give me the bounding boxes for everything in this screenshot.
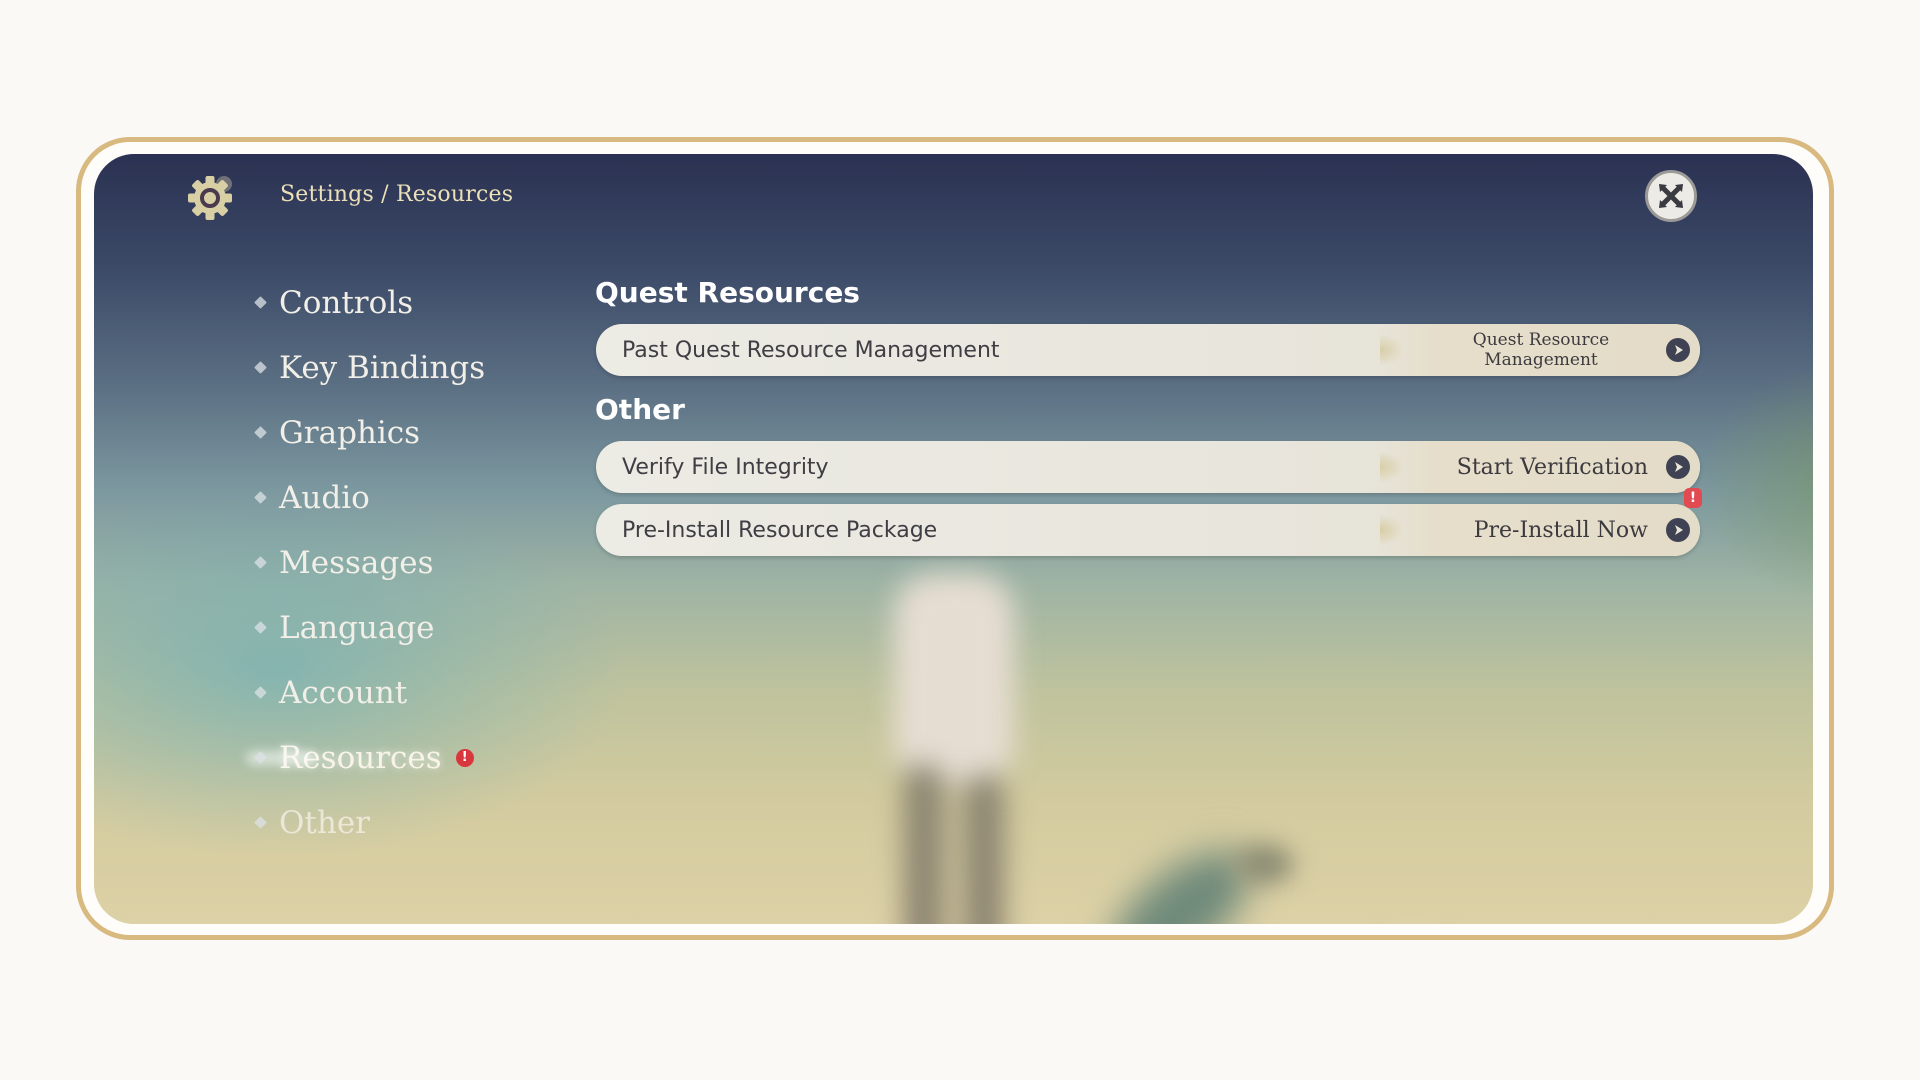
sidebar-item-graphics[interactable]: Graphics xyxy=(252,400,485,465)
sidebar-item-language[interactable]: Language xyxy=(252,595,485,660)
close-icon xyxy=(1659,184,1683,208)
sidebar-item-label: Other xyxy=(279,804,371,841)
arrow-right-icon xyxy=(1666,338,1690,362)
sidebar-item-account[interactable]: Account xyxy=(252,660,485,725)
action-label: Start Verification xyxy=(1456,454,1648,480)
section-heading-other: Other xyxy=(595,393,685,426)
gear-icon xyxy=(184,170,240,224)
diamond-bullet-icon xyxy=(254,361,267,374)
close-button[interactable] xyxy=(1645,170,1697,222)
breadcrumb-separator: / xyxy=(373,182,396,207)
sidebar-item-label: Account xyxy=(279,674,408,711)
sidebar-item-key-bindings[interactable]: Key Bindings xyxy=(252,335,485,400)
diamond-bullet-icon xyxy=(254,556,267,569)
alert-badge-icon: ! xyxy=(455,748,474,767)
sidebar-nav: Controls Key Bindings Graphics Audio Mes… xyxy=(252,270,485,855)
sidebar-item-label: Resources xyxy=(279,739,442,776)
start-verification-button[interactable]: Start Verification xyxy=(1380,441,1700,493)
sidebar-item-label: Language xyxy=(279,609,435,646)
diamond-bullet-icon xyxy=(254,816,267,829)
sidebar-item-label: Key Bindings xyxy=(279,349,486,386)
sidebar-item-controls[interactable]: Controls xyxy=(252,270,485,335)
sidebar-item-label: Audio xyxy=(279,479,370,516)
sidebar-item-label: Graphics xyxy=(279,414,421,451)
diamond-bullet-icon xyxy=(254,686,267,699)
action-label: Quest Resource Management xyxy=(1472,330,1610,370)
action-label: Pre-Install Now xyxy=(1473,517,1648,543)
sidebar-item-messages[interactable]: Messages xyxy=(252,530,485,595)
setting-row-label: Past Quest Resource Management xyxy=(622,337,1000,363)
arrow-right-icon xyxy=(1666,455,1690,479)
diamond-bullet-icon xyxy=(254,621,267,634)
sidebar-item-other[interactable]: Other xyxy=(252,790,485,855)
sidebar-item-label: Controls xyxy=(279,284,414,321)
pre-install-now-button[interactable]: Pre-Install Now xyxy=(1380,504,1700,556)
setting-row-pre-install-resource-package: Pre-Install Resource Package Pre-Install… xyxy=(596,488,1702,556)
breadcrumb: Settings / Resources xyxy=(280,182,513,207)
diamond-bullet-icon xyxy=(254,491,267,504)
arrow-right-icon xyxy=(1666,518,1690,542)
background-character xyxy=(854,574,1084,924)
sidebar-item-audio[interactable]: Audio xyxy=(252,465,485,530)
diamond-bullet-icon xyxy=(254,296,267,309)
breadcrumb-current: Resources xyxy=(395,182,514,207)
setting-row-past-quest-resource-management: Past Quest Resource Management Quest Res… xyxy=(596,324,1700,376)
setting-row-label: Pre-Install Resource Package xyxy=(622,517,938,543)
diamond-bullet-icon xyxy=(254,751,267,764)
setting-row-label: Verify File Integrity xyxy=(622,454,829,480)
sidebar-item-resources[interactable]: Resources ! xyxy=(252,725,485,790)
section-heading-quest-resources: Quest Resources xyxy=(595,276,860,309)
alert-badge-icon: ! xyxy=(1684,488,1702,508)
sidebar-item-label: Messages xyxy=(279,544,434,581)
background-blur-spot xyxy=(1234,844,1294,884)
setting-row-verify-file-integrity: Verify File Integrity Start Verification xyxy=(596,441,1700,493)
breadcrumb-root[interactable]: Settings xyxy=(280,182,374,207)
quest-resource-management-button[interactable]: Quest Resource Management xyxy=(1380,324,1700,376)
diamond-bullet-icon xyxy=(254,426,267,439)
